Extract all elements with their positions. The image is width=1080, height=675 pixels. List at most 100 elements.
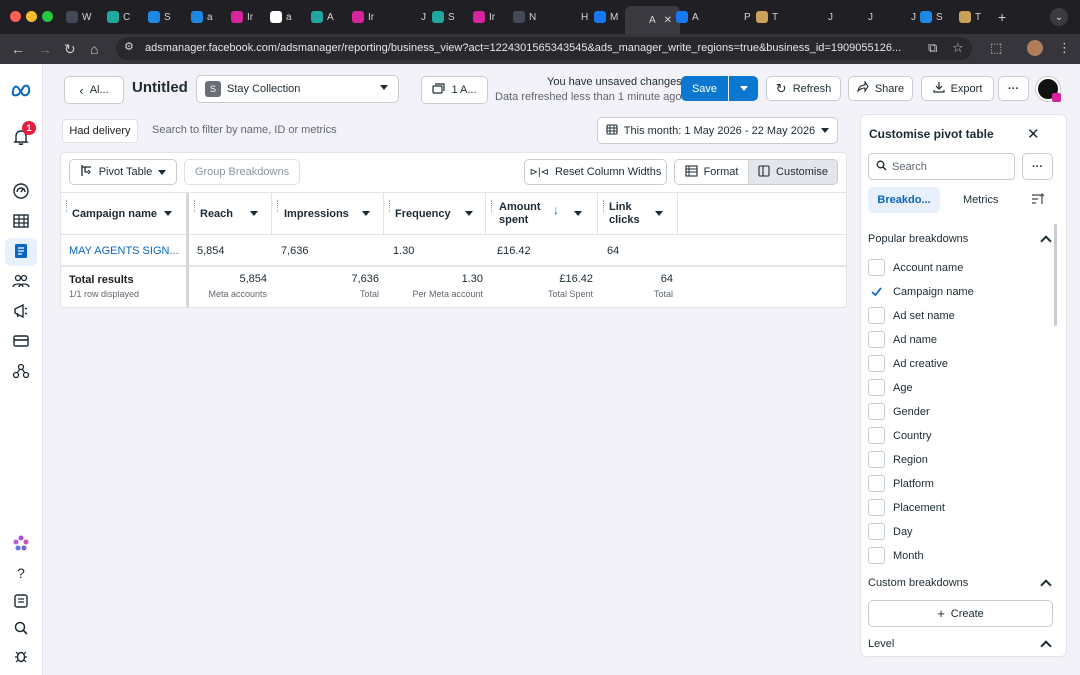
browser-tab[interactable]: M (594, 6, 618, 28)
browser-tab[interactable]: C (107, 6, 130, 28)
breakdown-label[interactable]: Account name (893, 262, 963, 274)
browser-tab[interactable]: H (565, 6, 588, 28)
breakdown-label[interactable]: Platform (893, 478, 934, 490)
ad-account-selector[interactable]: S Stay Collection (196, 75, 399, 103)
format-button[interactable]: Format (674, 159, 749, 185)
campaign-name-link[interactable]: MAY AGENTS SIGN... (69, 245, 179, 257)
breakdown-label[interactable]: Month (893, 550, 924, 562)
meta-logo-icon[interactable] (11, 80, 31, 100)
billing-card-icon[interactable] (11, 331, 31, 351)
column-divider[interactable] (271, 193, 272, 235)
breakdown-checkbox[interactable] (868, 451, 885, 468)
help-question-icon[interactable]: ? (11, 563, 31, 583)
audiences-icon[interactable] (11, 271, 31, 291)
breakdown-checkbox[interactable] (868, 283, 885, 300)
breakdown-label[interactable]: Gender (893, 406, 930, 418)
save-options-dropdown[interactable] (729, 76, 758, 101)
column-header-impressions[interactable]: Impressions (284, 193, 349, 235)
column-header-amount-spent[interactable]: Amount spent (499, 193, 549, 235)
browser-tab[interactable]: S (432, 6, 455, 28)
browser-tab[interactable]: J (852, 6, 873, 28)
browser-tab[interactable]: T (959, 6, 981, 28)
browser-tab[interactable]: a (270, 6, 292, 28)
window-close-button[interactable] (10, 11, 21, 22)
column-header-link-clicks[interactable]: Link clicks (609, 193, 645, 235)
browser-tab[interactable]: J (405, 6, 426, 28)
breakdown-checkbox[interactable] (868, 523, 885, 540)
column-divider[interactable] (677, 193, 678, 235)
create-custom-breakdown-button[interactable]: + Create (868, 600, 1053, 627)
extensions-icon[interactable]: ⬚ (990, 40, 1002, 56)
breakdown-label[interactable]: Ad creative (893, 358, 948, 370)
breakdown-checkbox[interactable] (868, 427, 885, 444)
breakdown-checkbox[interactable] (868, 355, 885, 372)
share-button[interactable]: Share (848, 76, 913, 101)
panel-scrollbar[interactable] (1054, 224, 1057, 326)
level-heading[interactable]: Level (868, 638, 894, 650)
browser-tab[interactable]: N (513, 6, 536, 28)
breakdown-checkbox[interactable] (868, 331, 885, 348)
breakdown-label[interactable]: Region (893, 454, 928, 466)
home-icon[interactable]: ⌂ (90, 41, 98, 57)
bookmark-star-icon[interactable]: ☆ (952, 40, 964, 56)
panel-more-options-button[interactable]: ··· (1022, 153, 1053, 180)
browser-tab[interactable]: a (191, 6, 213, 28)
reorder-sort-icon[interactable] (1031, 193, 1045, 208)
had-delivery-filter-chip[interactable]: Had delivery (62, 119, 138, 143)
tab-close-icon[interactable]: ✕ (664, 15, 672, 26)
selected-accounts-button[interactable]: 1 A... (421, 76, 488, 104)
breakdown-label[interactable]: Placement (893, 502, 945, 514)
window-zoom-button[interactable] (42, 11, 53, 22)
browser-tab[interactable]: Ir (352, 6, 374, 28)
breakdown-checkbox[interactable] (868, 547, 885, 564)
breakdown-checkbox[interactable] (868, 259, 885, 276)
group-breakdowns-button[interactable]: Group Breakdowns (184, 159, 300, 185)
back-to-reports-button[interactable]: ‹ Al... (64, 76, 124, 104)
column-drag-handle[interactable] (66, 200, 68, 212)
site-settings-icon[interactable]: ⚙ (124, 40, 134, 53)
column-divider[interactable] (383, 193, 384, 235)
meta-ai-flower-icon[interactable] (11, 533, 31, 553)
refresh-button[interactable]: ↻ Refresh (766, 76, 841, 101)
browser-tab[interactable]: S (148, 6, 171, 28)
breakdown-label[interactable]: Day (893, 526, 913, 538)
popular-breakdowns-heading[interactable]: Popular breakdowns (868, 233, 968, 245)
browser-tab[interactable]: P (728, 6, 751, 28)
browser-tab[interactable]: T (756, 6, 778, 28)
column-header-frequency[interactable]: Frequency (395, 193, 451, 235)
reset-column-widths-button[interactable]: ⊳|⊲ Reset Column Widths (524, 159, 667, 185)
tab-search-button[interactable]: ⌄ (1050, 8, 1068, 26)
column-header-campaign-name[interactable]: Campaign name (72, 193, 157, 235)
report-title[interactable]: Untitled (132, 79, 190, 96)
browser-tab[interactable]: A (311, 6, 334, 28)
chevron-down-icon[interactable] (359, 207, 373, 219)
profile-avatar[interactable] (1027, 40, 1043, 56)
install-app-icon[interactable]: ⧉ (928, 40, 937, 56)
browser-tab[interactable]: W (66, 6, 91, 28)
browser-tab[interactable]: J (895, 6, 916, 28)
browser-menu-icon[interactable]: ⋮ (1058, 40, 1071, 56)
filter-search-input[interactable]: Search to filter by name, ID or metrics (152, 124, 337, 136)
date-range-picker[interactable]: This month: 1 May 2026 - 22 May 2026 (597, 117, 838, 144)
breakdown-checkbox[interactable] (868, 307, 885, 324)
browser-tab[interactable]: Ir (231, 6, 253, 28)
breakdown-label[interactable]: Ad name (893, 334, 937, 346)
new-tab-button[interactable]: + (998, 6, 1006, 28)
browser-tab[interactable]: S (920, 6, 943, 28)
breakdown-checkbox[interactable] (868, 475, 885, 492)
breakdown-label[interactable]: Campaign name (893, 286, 974, 298)
more-options-button[interactable]: ··· (998, 76, 1029, 101)
business-settings-icon[interactable] (11, 361, 31, 381)
save-button[interactable]: Save (681, 76, 728, 101)
breakdown-label[interactable]: Country (893, 430, 932, 442)
column-header-reach[interactable]: Reach (200, 193, 233, 235)
breakdown-checkbox[interactable] (868, 499, 885, 516)
chevron-down-icon[interactable] (247, 207, 261, 219)
browser-tab[interactable]: A ✕ (625, 6, 681, 34)
chevron-down-icon[interactable] (462, 207, 476, 219)
breakdown-label[interactable]: Ad set name (893, 310, 955, 322)
column-drag-handle[interactable] (603, 200, 605, 212)
column-drag-handle[interactable] (389, 200, 391, 212)
browser-tab[interactable]: J (812, 6, 833, 28)
close-icon[interactable]: ✕ (1027, 125, 1040, 143)
